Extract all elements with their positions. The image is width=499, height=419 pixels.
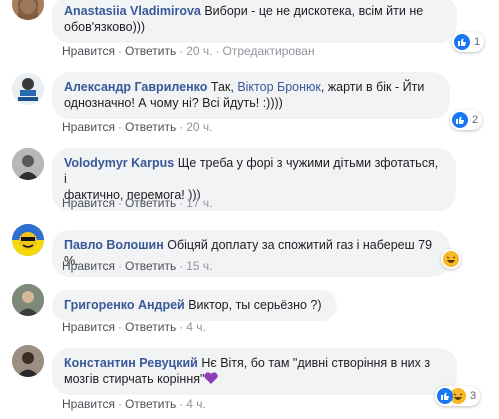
comment-actions: Нравится · Ответить · 20 ч. bbox=[62, 120, 213, 134]
comment-actions: Нравится · Ответить · 15 ч. bbox=[62, 259, 213, 273]
reply-link[interactable]: Ответить bbox=[125, 196, 176, 210]
comment-bubble: Anastasiia Vladimirova Вибори - це не ди… bbox=[52, 0, 457, 43]
purple-heart-icon bbox=[204, 372, 219, 384]
comment-text: Так, bbox=[207, 80, 238, 94]
comment-text: Виктор, ты серьёзно ?) bbox=[184, 298, 322, 312]
timestamp[interactable]: 4 ч. bbox=[186, 320, 206, 334]
reply-link[interactable]: Ответить bbox=[125, 120, 176, 134]
reactions-badge[interactable] bbox=[441, 249, 461, 269]
reply-link[interactable]: Ответить bbox=[125, 259, 176, 273]
comment-author[interactable]: Anastasiia Vladimirova bbox=[64, 4, 201, 18]
thumbs-up-icon bbox=[454, 34, 470, 50]
comment-actions: Нравится · Ответить · 4 ч. bbox=[62, 320, 206, 334]
reactions-badge[interactable]: 1 bbox=[452, 32, 485, 52]
timestamp[interactable]: 20 ч. bbox=[186, 44, 212, 58]
like-link[interactable]: Нравится bbox=[62, 259, 115, 273]
edited-label[interactable]: Отредактирован bbox=[223, 44, 315, 58]
avatar[interactable] bbox=[12, 345, 44, 377]
comment-author[interactable]: Павло Волошин bbox=[64, 238, 164, 252]
avatar[interactable] bbox=[12, 148, 44, 180]
comment-text: Вибори - це не дискотека, всім йти не bbox=[200, 4, 424, 18]
comment-author[interactable]: Константин Ревуцкий bbox=[64, 356, 198, 370]
mention-link[interactable]: Віктор Бронюк bbox=[237, 80, 321, 94]
reaction-count: 3 bbox=[470, 390, 477, 402]
timestamp[interactable]: 4 ч. bbox=[186, 397, 206, 411]
like-link[interactable]: Нравится bbox=[62, 196, 115, 210]
reactions-badge[interactable]: 3 bbox=[435, 386, 481, 406]
comment-bubble: Григоренко Андрей Виктор, ты серьёзно ?) bbox=[52, 290, 337, 321]
reply-link[interactable]: Ответить bbox=[125, 320, 176, 334]
like-link[interactable]: Нравится bbox=[62, 120, 115, 134]
avatar[interactable] bbox=[12, 224, 44, 256]
comment-author[interactable]: Volodymyr Karpus bbox=[64, 156, 174, 170]
laughing-face-icon bbox=[443, 251, 459, 267]
avatar[interactable] bbox=[12, 0, 44, 20]
comment-text-cont: мозгів стирчать коріння" bbox=[64, 372, 205, 386]
timestamp[interactable]: 20 ч. bbox=[186, 120, 212, 134]
like-link[interactable]: Нравится bbox=[62, 397, 115, 411]
comment-text: , жарти в бік - Йти bbox=[320, 80, 425, 94]
reply-link[interactable]: Ответить bbox=[125, 44, 176, 58]
reactions-badge[interactable]: 2 bbox=[450, 110, 483, 130]
comment-bubble: Константин Ревуцкий Нє Вітя, бо там "див… bbox=[52, 348, 457, 395]
comment-author[interactable]: Григоренко Андрей bbox=[64, 298, 185, 312]
reaction-count: 2 bbox=[472, 114, 479, 126]
comment-text: Нє Вітя, бо там "дивні створіння в них з bbox=[197, 356, 431, 370]
like-link[interactable]: Нравится bbox=[62, 320, 115, 334]
comment-actions: Нравится · Ответить · 4 ч. bbox=[62, 397, 206, 411]
thumbs-up-icon bbox=[437, 388, 453, 404]
like-link[interactable]: Нравится bbox=[62, 44, 115, 58]
comment-actions: Нравится · Ответить · 17 ч. bbox=[62, 196, 213, 210]
comment-author[interactable]: Александр Гавриленко bbox=[64, 80, 207, 94]
comment-bubble: Александр Гавриленко Так, Віктор Бронюк,… bbox=[52, 72, 450, 119]
timestamp[interactable]: 17 ч. bbox=[186, 196, 212, 210]
reply-link[interactable]: Ответить bbox=[125, 397, 176, 411]
thumbs-up-icon bbox=[452, 112, 468, 128]
comment-text-cont: однозначно! А чому ні? Всі йдуть! :)))) bbox=[64, 96, 283, 110]
comment-text-cont: обов'язково))) bbox=[64, 20, 146, 34]
avatar[interactable] bbox=[12, 73, 44, 105]
reaction-count: 1 bbox=[474, 36, 481, 48]
avatar[interactable] bbox=[12, 284, 44, 316]
timestamp[interactable]: 15 ч. bbox=[186, 259, 212, 273]
comment-actions: Нравится · Ответить · 20 ч. · Отредактирован bbox=[62, 44, 315, 58]
